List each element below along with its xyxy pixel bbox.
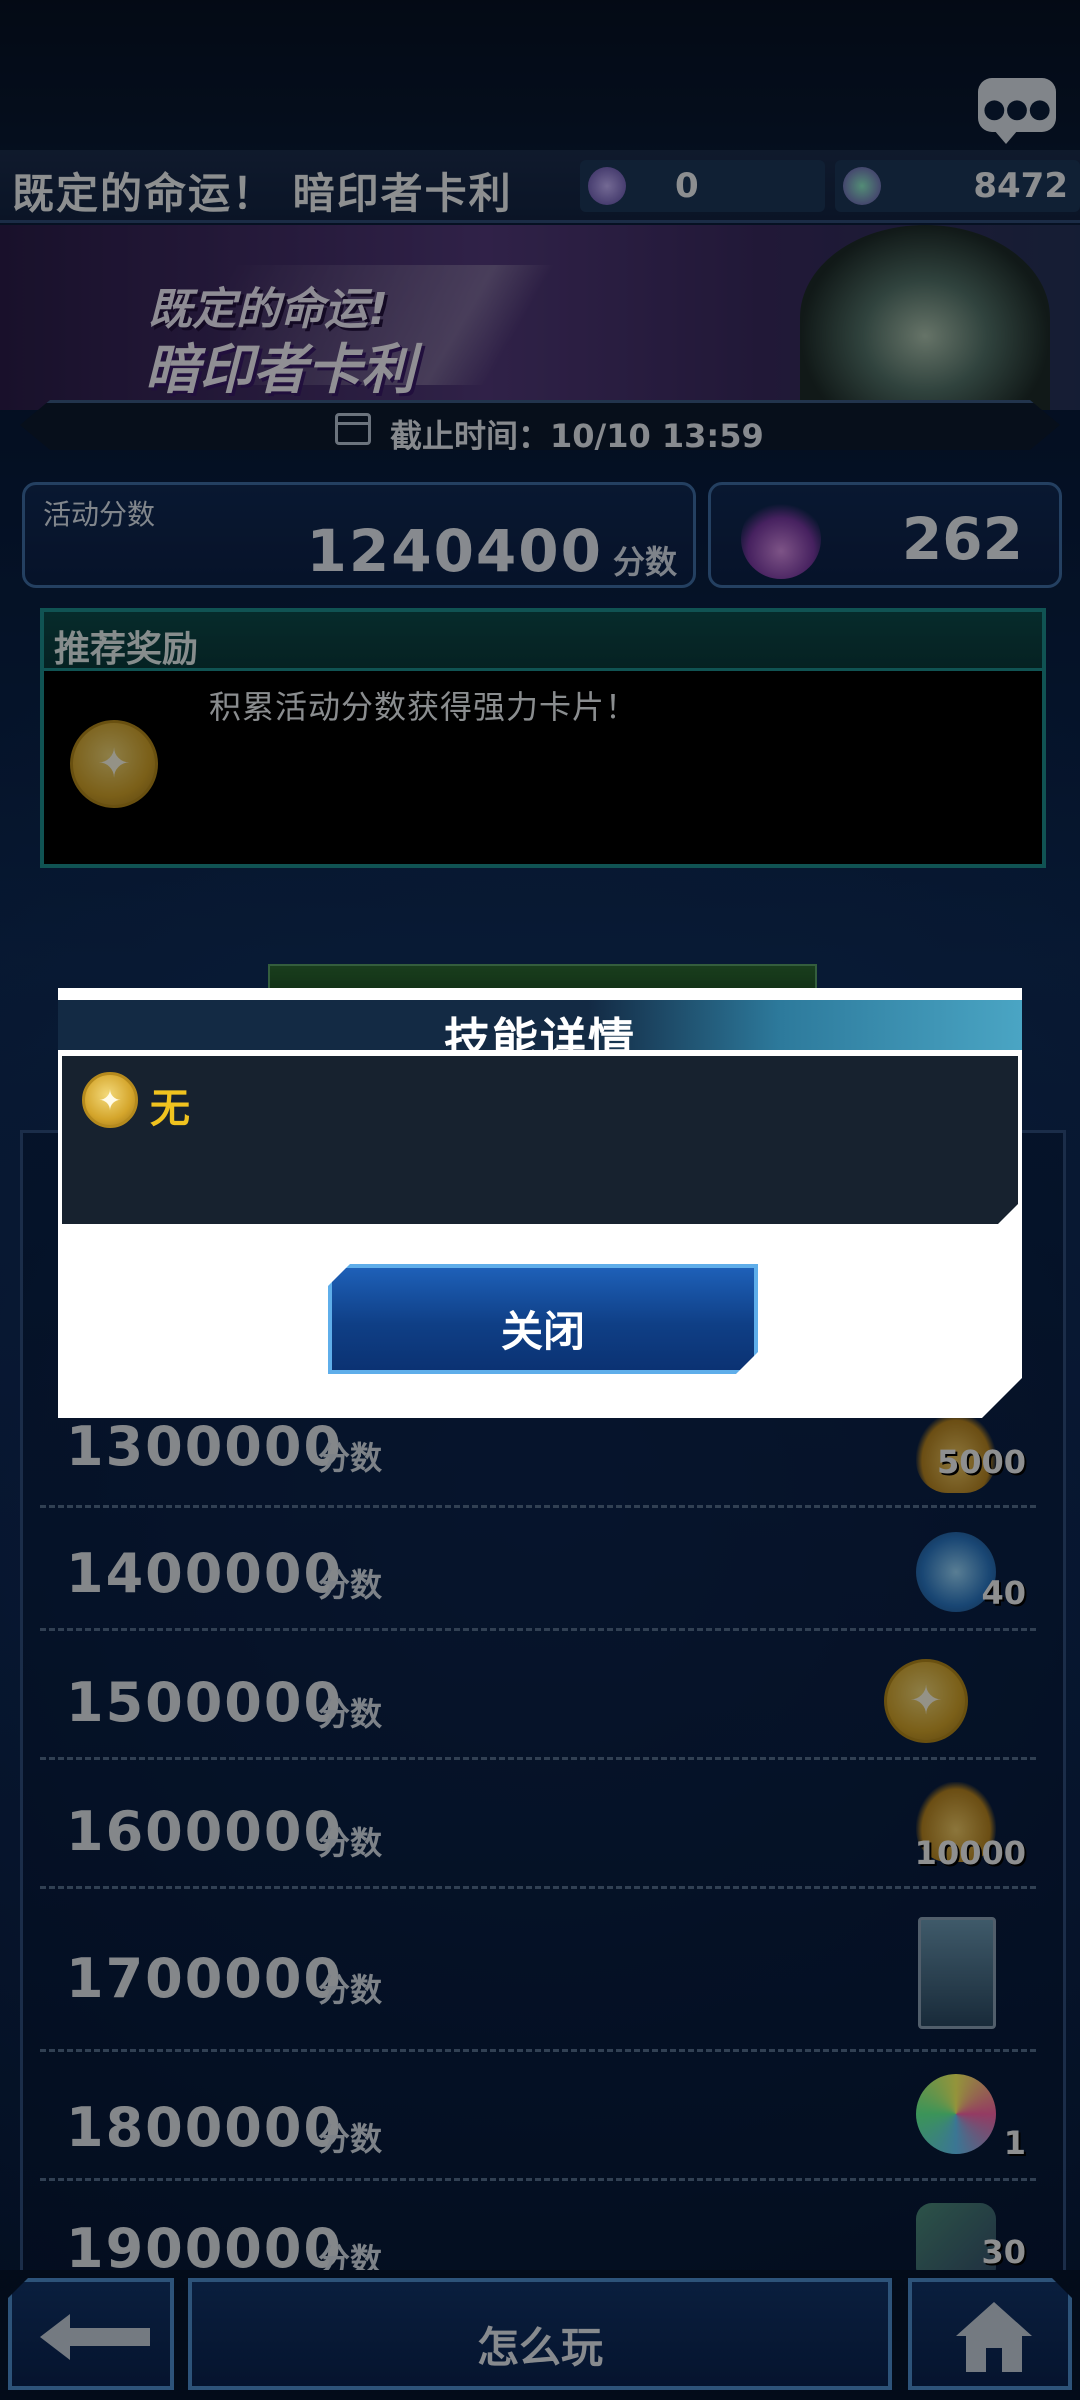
dialog-body: ✦ 无 xyxy=(62,1056,1018,1224)
skill-name: 无 xyxy=(150,1086,190,1132)
skill-details-dialog: 技能详情 ✦ 无 关闭 xyxy=(58,988,1022,1418)
close-button[interactable]: 关闭 xyxy=(328,1264,758,1374)
skill-coin-icon: ✦ xyxy=(82,1072,138,1128)
close-button-label: 关闭 xyxy=(500,1307,585,1356)
dialog-header: 技能详情 xyxy=(58,1000,1022,1067)
